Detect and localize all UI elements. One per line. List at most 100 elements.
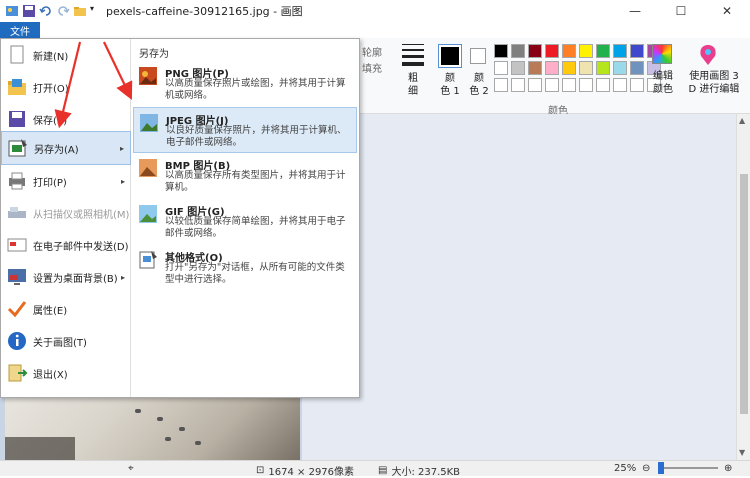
save-icon[interactable]: [22, 4, 36, 18]
palette-swatch[interactable]: [511, 61, 525, 75]
canvas-background: [302, 114, 736, 460]
scanner-icon: [6, 202, 28, 224]
save-as-icon: [7, 137, 29, 159]
open-folder-icon: [6, 76, 28, 98]
save-as-jpeg[interactable]: JPEG 图片(J) 以良好质量保存照片，并将其用于计算机、电子邮件或网络。: [133, 107, 357, 153]
color1-swatch[interactable]: [438, 44, 462, 68]
zoom-in-button[interactable]: ⊕: [724, 463, 732, 474]
scroll-down-arrow-icon[interactable]: ▼: [739, 448, 745, 457]
palette-swatch[interactable]: [511, 44, 525, 58]
save-as-other[interactable]: 其他格式(O) 打开"另存为"对话框，从所有可能的文件类型中进行选择。: [133, 245, 357, 291]
paint3d-icon[interactable]: [698, 44, 718, 66]
new-file-icon: [6, 44, 28, 66]
palette-swatch[interactable]: [545, 61, 559, 75]
palette-swatch[interactable]: [613, 61, 627, 75]
palette-swatch[interactable]: [528, 78, 542, 92]
paint3d-label[interactable]: 使用画图 3 D 进行编辑: [684, 70, 744, 96]
color2-label[interactable]: 颜 色 2: [466, 72, 492, 98]
file-menu-list: 新建(N) 打开(O) 保存(S) 另存为(A) ▸ 打印(P) ▸ 从扫描仪或…: [1, 39, 131, 397]
palette-swatch[interactable]: [494, 78, 508, 92]
menu-item-scanner[interactable]: 从扫描仪或照相机(M): [1, 197, 131, 229]
customize-dropdown-icon[interactable]: ▾: [90, 4, 98, 18]
color1-label[interactable]: 颜 色 1: [436, 72, 464, 98]
jpeg-image-icon: [139, 113, 159, 133]
palette-swatch[interactable]: [579, 44, 593, 58]
palette-swatch[interactable]: [596, 61, 610, 75]
desktop-background-icon: [6, 266, 28, 288]
palette-swatch[interactable]: [511, 78, 525, 92]
palette-swatch[interactable]: [630, 78, 644, 92]
palette-swatch[interactable]: [494, 61, 508, 75]
window-title: pexels-caffeine-30912165.jpg - 画图: [106, 5, 303, 18]
palette-swatch[interactable]: [562, 78, 576, 92]
color-palette: [494, 44, 661, 92]
save-icon: [6, 108, 28, 130]
menu-item-print[interactable]: 打印(P) ▸: [1, 165, 131, 197]
palette-swatch[interactable]: [545, 78, 559, 92]
checkmark-icon: [6, 298, 28, 320]
status-bar: ⌖ ⊡ 1674 × 2976像素 ▤ 大小: 237.5KB 25% ⊖ ⊕: [0, 460, 750, 478]
image-canvas[interactable]: [5, 397, 300, 460]
save-as-png[interactable]: PNG 图片(P) 以高质量保存照片或绘图，并将其用于计算机或网络。: [133, 61, 357, 107]
printer-icon: [6, 170, 28, 192]
maximize-button[interactable]: ☐: [658, 0, 704, 22]
line-size-icon[interactable]: [402, 44, 424, 68]
size-button-label[interactable]: 粗 细: [400, 72, 426, 98]
scrollbar-thumb[interactable]: [740, 174, 748, 414]
zoom-level: 25%: [614, 463, 637, 474]
file-size-icon: ▤: [378, 465, 388, 476]
menu-item-properties[interactable]: 属性(E): [1, 293, 131, 325]
palette-swatch[interactable]: [630, 61, 644, 75]
ribbon-tab-bar: [0, 22, 750, 38]
cursor-position-icon: ⌖: [128, 463, 134, 474]
palette-swatch[interactable]: [630, 44, 644, 58]
title-bar: ▾ pexels-caffeine-30912165.jpg - 画图 — ☐ …: [0, 0, 750, 22]
dimensions-icon: ⊡: [256, 465, 265, 476]
zoom-out-button[interactable]: ⊖: [642, 463, 650, 474]
fill-label[interactable]: 填充: [362, 60, 382, 75]
menu-item-about[interactable]: 关于画图(T): [1, 325, 131, 357]
palette-swatch[interactable]: [562, 44, 576, 58]
scroll-up-arrow-icon[interactable]: ▲: [739, 116, 745, 125]
exit-icon: [6, 362, 28, 384]
palette-swatch[interactable]: [613, 78, 627, 92]
menu-item-open[interactable]: 打开(O): [1, 71, 131, 103]
palette-swatch[interactable]: [528, 44, 542, 58]
menu-item-save-as[interactable]: 另存为(A) ▸: [1, 131, 131, 165]
redo-icon[interactable]: [56, 4, 70, 18]
other-formats-icon: [138, 250, 158, 270]
save-as-bmp[interactable]: BMP 图片(B) 以高质量保存所有类型图片，并将其用于计算机。: [133, 153, 357, 199]
palette-swatch[interactable]: [545, 44, 559, 58]
palette-swatch[interactable]: [579, 78, 593, 92]
minimize-button[interactable]: —: [612, 0, 658, 22]
zoom-slider[interactable]: [658, 462, 718, 474]
color2-swatch[interactable]: [470, 48, 486, 64]
vertical-scrollbar[interactable]: ▲ ▼: [736, 114, 750, 460]
menu-item-exit[interactable]: 退出(X): [1, 357, 131, 389]
file-menu: 新建(N) 打开(O) 保存(S) 另存为(A) ▸ 打印(P) ▸ 从扫描仪或…: [0, 38, 360, 398]
palette-swatch[interactable]: [596, 78, 610, 92]
tab-file[interactable]: 文件: [0, 22, 40, 38]
edit-colors-icon[interactable]: [652, 44, 672, 64]
palette-swatch[interactable]: [528, 61, 542, 75]
gif-image-icon: [138, 204, 158, 224]
palette-swatch[interactable]: [579, 61, 593, 75]
menu-item-desktop-background[interactable]: 设置为桌面背景(B) ▸: [1, 261, 131, 293]
email-icon: [6, 234, 28, 256]
menu-item-new[interactable]: 新建(N): [1, 39, 131, 71]
edit-colors-label[interactable]: 编辑 颜色: [648, 70, 678, 96]
menu-item-email[interactable]: 在电子邮件中发送(D): [1, 229, 131, 261]
palette-swatch[interactable]: [494, 44, 508, 58]
palette-swatch[interactable]: [596, 44, 610, 58]
close-button[interactable]: ✕: [704, 0, 750, 22]
save-as-gif[interactable]: GIF 图片(G) 以较低质量保存简单绘图，并将其用于电子邮件或网络。: [133, 199, 357, 245]
palette-swatch[interactable]: [562, 61, 576, 75]
outline-label[interactable]: 轮廓: [362, 44, 382, 59]
save-as-submenu: 另存为 PNG 图片(P) 以高质量保存照片或绘图，并将其用于计算机或网络。 J…: [132, 39, 359, 397]
palette-swatch[interactable]: [613, 44, 627, 58]
folder-icon[interactable]: [73, 4, 87, 18]
chevron-right-icon: ▸: [120, 272, 125, 282]
undo-icon[interactable]: [39, 4, 53, 18]
zoom-slider-thumb[interactable]: [658, 462, 664, 474]
save-as-header: 另存为: [139, 49, 169, 60]
